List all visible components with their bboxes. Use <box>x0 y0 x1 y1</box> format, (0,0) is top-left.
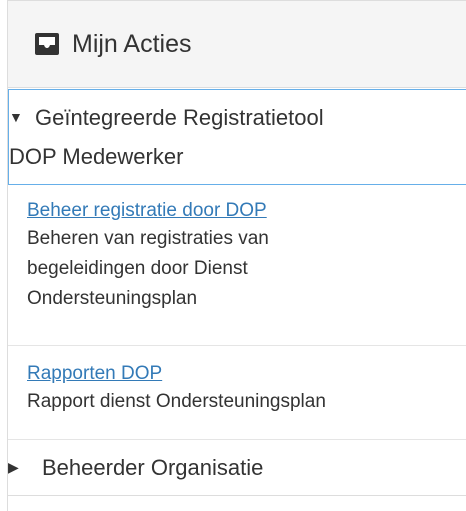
panel-title: Mijn Acties <box>72 29 192 58</box>
link-beheer-registratie-door-dop[interactable]: Beheer registratie door DOP <box>27 198 466 224</box>
item-description-line: Ondersteuningsplan <box>27 288 198 309</box>
group-header-geintegreerde-registratietool[interactable]: ▼ Geïntegreerde Registratietool DOP Medew… <box>8 89 466 185</box>
link-rapporten-dop[interactable]: Rapporten DOP <box>27 361 466 387</box>
caret-down-icon: ▼ <box>9 109 23 125</box>
group-label: Beheerder Organisatie <box>42 454 264 480</box>
list-item: Rapporten DOP Rapport dienst Ondersteuni… <box>8 347 466 440</box>
inbox-icon <box>34 32 60 56</box>
item-description-line: begeleidingen door Dienst <box>27 258 248 279</box>
caret-right-icon: ▶ <box>8 459 19 475</box>
item-description-line: Rapport dienst Ondersteuningsplan <box>27 391 326 412</box>
group-label-line1: Geïntegreerde Registratietool <box>35 105 324 130</box>
list-item: Beheer registratie door DOP Beheren van … <box>8 196 466 346</box>
actions-panel: Mijn Acties ▼ Geïntegreerde Registratieto… <box>7 0 466 511</box>
group-label-line2: DOP Medewerker <box>9 144 184 169</box>
item-description-line: Beheren van registraties van <box>27 228 269 249</box>
panel-heading: Mijn Acties <box>8 0 466 88</box>
group-header-beheerder-organisatie[interactable]: ▶ Beheerder Organisatie <box>8 440 466 496</box>
